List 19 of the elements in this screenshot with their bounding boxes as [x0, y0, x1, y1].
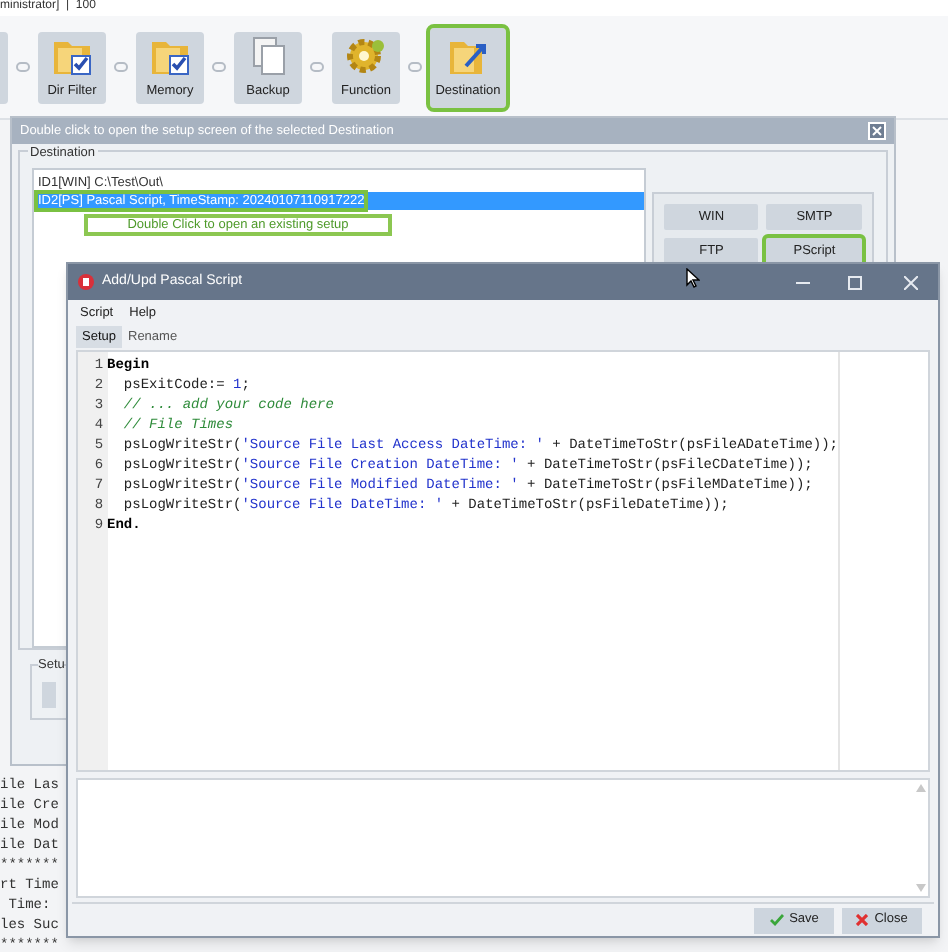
scroll-up-icon[interactable] [915, 784, 925, 792]
check-icon [769, 914, 784, 926]
maximize-icon[interactable] [848, 275, 862, 289]
setup-button[interactable] [42, 682, 56, 708]
close-icon[interactable] [904, 275, 918, 289]
cross-icon [856, 914, 869, 926]
app-icon [78, 274, 94, 290]
code-editor[interactable] [76, 350, 930, 772]
link-icon [212, 62, 226, 72]
link-icon [408, 62, 422, 72]
toolbar-button[interactable] [0, 31, 8, 103]
link-icon [16, 62, 30, 72]
link-icon [114, 62, 128, 72]
scroll-down-icon[interactable] [915, 884, 925, 892]
scrollbar[interactable] [912, 780, 928, 896]
gear-icon [344, 33, 388, 78]
mouse-pointer-icon [686, 268, 700, 288]
output-memo[interactable] [76, 778, 930, 898]
link-icon [310, 62, 324, 72]
